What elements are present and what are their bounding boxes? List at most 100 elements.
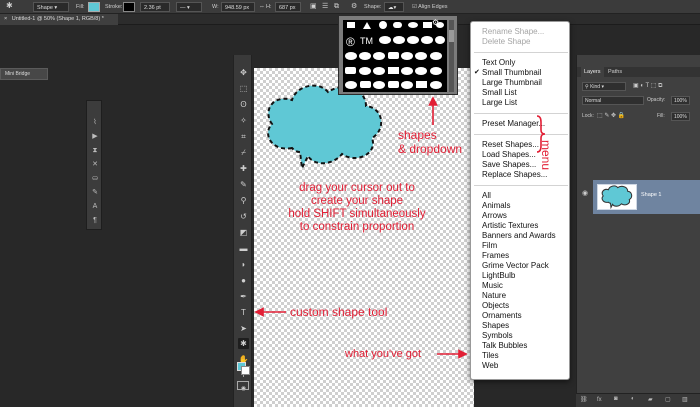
stroke-type-select[interactable]: — ▾ [176,2,202,12]
eye-icon[interactable]: ◉ [582,189,588,198]
menu-item-category-all[interactable]: All [482,191,491,201]
menu-item-small-list[interactable]: Small List [482,88,517,98]
menu-item-preset-manager[interactable]: Preset Manager... [482,119,545,129]
menu-item-category-film[interactable]: Film [482,241,497,251]
crop-tool-icon[interactable]: ⌗ [238,131,249,142]
cloud-shape[interactable] [262,82,388,174]
fill-input[interactable]: 100% [671,112,690,121]
folder-icon[interactable]: ▰ [648,396,653,403]
shape-tool-preset-icon[interactable]: ✱ [6,1,13,11]
menu-item-category-symbols[interactable]: Symbols [482,331,513,341]
shape-picker-gear-icon[interactable]: ⚙ [432,18,439,27]
adjustment-icon[interactable]: ◐ [631,396,635,402]
move-tool-icon[interactable]: ✥ [238,67,249,78]
menu-item-rename-shape[interactable]: Rename Shape... [482,27,544,37]
menu-item-large-thumbnail[interactable]: Large Thumbnail [482,78,542,88]
play-action-icon[interactable]: ▶ [91,133,99,141]
dodge-tool-icon[interactable]: ● [238,275,249,286]
brush-tool-icon[interactable]: ✎ [238,179,249,190]
gradient-tool-icon[interactable]: ▬ [238,243,249,254]
menu-item-load-shapes[interactable]: Load Shapes... [482,150,536,160]
width-input[interactable]: 948.59 px [221,2,255,12]
link-icon[interactable]: ⛓ [580,396,588,403]
eraser-tool-icon[interactable]: ◩ [238,227,249,238]
screen-mode-icon[interactable] [237,381,249,390]
path-arrangement-icon[interactable]: ⧉ [334,2,339,12]
quick-select-tool-icon[interactable]: ✧ [238,115,249,126]
shape-picker-scroll-thumb[interactable] [449,30,454,42]
height-input[interactable]: 687 px [275,2,301,12]
new-layer-icon[interactable]: ▢ [665,396,671,403]
brush-icon[interactable]: ✎ [91,189,99,197]
menu-item-category-nature[interactable]: Nature [482,291,506,301]
layer-row-shape-1[interactable]: Shape 1 [593,180,700,214]
menu-item-category-web[interactable]: Web [482,361,498,371]
fx-icon[interactable]: fx [597,397,602,403]
eyedropper-tool-icon[interactable]: ⌿ [238,147,249,158]
menu-item-category-grime-vector-pack[interactable]: Grime Vector Pack [482,261,549,271]
trash-icon[interactable]: ▥ [682,396,688,403]
custom-shape-tool-icon[interactable]: ✱ [238,338,249,349]
lock-icons[interactable]: ⬚ ✎ ✥ 🔒 [597,112,625,121]
fill-swatch[interactable] [88,2,100,12]
menu-item-category-banners-and-awards[interactable]: Banners and Awards [482,231,556,241]
stroke-width-input[interactable]: 2.36 pt [140,2,170,12]
background-color-swatch[interactable] [241,366,250,375]
shape-picker-button[interactable]: ☁▾ [384,2,404,12]
menu-item-reset-shapes[interactable]: Reset Shapes... [482,140,539,150]
menu-item-category-frames[interactable]: Frames [482,251,509,261]
menu-item-small-thumbnail[interactable]: Small Thumbnail [482,68,541,78]
menu-item-delete-shape[interactable]: Delete Shape [482,37,530,47]
tool-mode-select[interactable]: Shape ▾ [33,2,69,12]
path-alignment-icon[interactable]: ☰ [322,2,328,12]
menu-item-text-only[interactable]: Text Only [482,58,515,68]
menu-item-category-ornaments[interactable]: Ornaments [482,311,522,321]
brush-preset-icon[interactable]: ⌇ [91,119,99,127]
history-brush-tool-icon[interactable]: ↺ [238,211,249,222]
path-operations-icon[interactable]: ▣ [310,2,317,12]
clone-stamp-tool-icon[interactable]: ⚲ [238,195,249,206]
menu-item-category-talk-bubbles[interactable]: Talk Bubbles [482,341,527,351]
link-dimensions-icon[interactable]: ⇔ [259,2,265,12]
path-selection-tool-icon[interactable]: ➤ [238,323,249,334]
blur-tool-icon[interactable]: ◗ [238,259,249,270]
lock-label: Lock: [582,113,594,119]
menu-item-category-lightbulb[interactable]: LightBulb [482,271,515,281]
menu-item-category-shapes[interactable]: Shapes [482,321,509,331]
stroke-swatch[interactable] [123,2,135,12]
menu-item-large-list[interactable]: Large List [482,98,517,108]
mask-icon[interactable]: ◙ [614,396,618,402]
menu-item-category-objects[interactable]: Objects [482,301,509,311]
shape-picker-scrollbar[interactable] [449,20,454,92]
menu-item-category-tiles[interactable]: Tiles [482,351,499,361]
menu-item-category-animals[interactable]: Animals [482,201,510,211]
character-icon[interactable]: A [91,203,99,211]
history-icon[interactable]: ⧗ [91,147,99,155]
mini-bridge-panel[interactable]: Mini Bridge [0,68,48,80]
marquee-tool-icon[interactable]: ⬚ [238,83,249,94]
blend-mode-select[interactable]: Normal [582,96,644,105]
menu-item-category-music[interactable]: Music [482,281,503,291]
align-edges-checkbox[interactable]: ☑ Align Edges [412,2,448,12]
opacity-input[interactable]: 100% [671,96,690,105]
adjustments-icon[interactable]: ✕ [91,161,99,169]
layer-filter-select[interactable]: ⚲ Kind ▾ [582,82,626,91]
menu-item-category-artistic-textures[interactable]: Artistic Textures [482,221,538,231]
tab-paths[interactable]: Paths [605,67,625,77]
lasso-tool-icon[interactable]: ʘ [238,99,249,110]
paragraph-icon[interactable]: ¶ [91,217,99,225]
pen-tool-icon[interactable]: ✒ [238,291,249,302]
menu-item-save-shapes[interactable]: Save Shapes... [482,160,536,170]
healing-brush-tool-icon[interactable]: ✚ [238,163,249,174]
menu-item-replace-shapes[interactable]: Replace Shapes... [482,170,547,180]
menu-item-category-arrows[interactable]: Arrows [482,211,507,221]
tab-layers[interactable]: Layers [581,67,604,77]
gear-icon[interactable]: ⚙ [351,2,357,12]
shape-picker-grid[interactable]: ® TM [343,20,447,92]
clone-source-icon[interactable]: ⛀ [91,175,99,183]
document-tab[interactable]: × Untitled-1 @ 50% (Shape 1, RGB/8) * [0,14,118,25]
close-icon[interactable]: × [4,16,7,22]
filter-icons[interactable]: ▣ ◐ T ⬚ ⧉ [633,82,662,91]
annotation-menu: menu [539,140,553,171]
type-tool-icon[interactable]: T [238,307,249,318]
